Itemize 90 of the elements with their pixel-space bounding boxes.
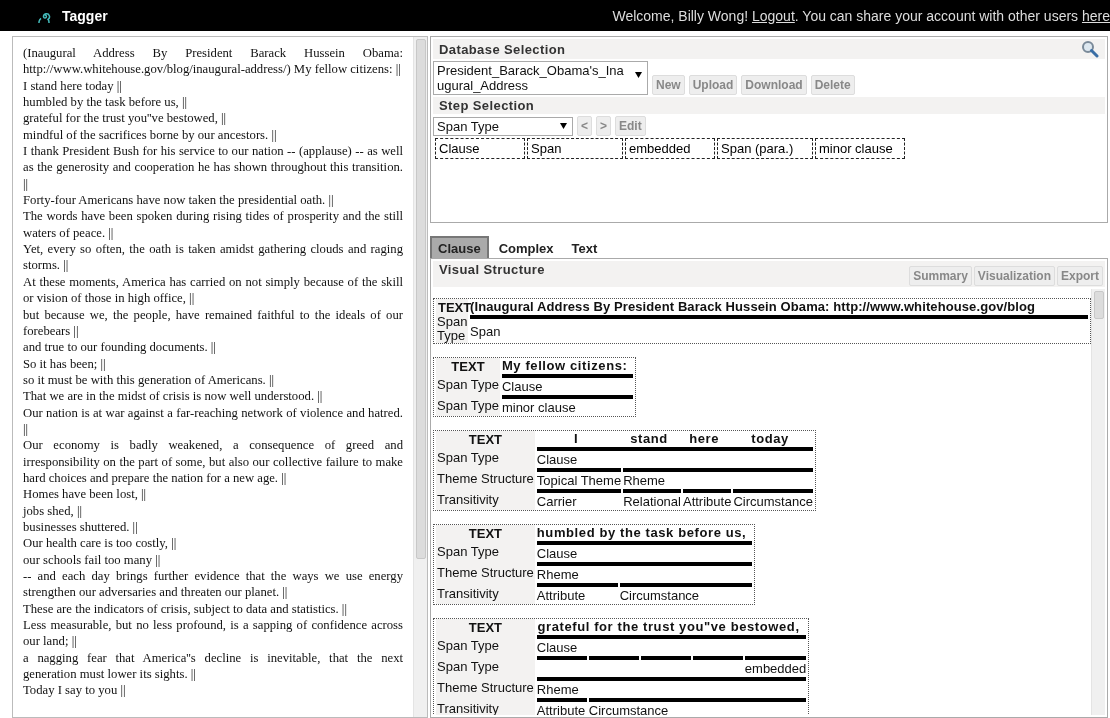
structure-cell: Topical Theme — [536, 468, 622, 489]
step-tag[interactable]: Span (para.) — [717, 138, 813, 159]
structure-cell: Clause — [536, 541, 753, 562]
tab[interactable]: Clause — [430, 236, 489, 258]
section-title: Visual Structure — [439, 262, 545, 277]
source-text-line: humbled by the task before us, || — [23, 94, 188, 111]
source-text-line: businesses shuttered. || — [23, 518, 139, 536]
structure-cell: Attribute — [682, 489, 732, 510]
source-text-line: I stand here today || — [23, 77, 123, 95]
source-text-line: jobs shed, || — [23, 502, 83, 519]
section-title: Step Selection — [439, 98, 535, 113]
source-text-line: That we are in the midst of crisis is now well understood. || — [23, 388, 324, 405]
text-label: TEXT — [436, 525, 535, 541]
caret-icon — [635, 72, 642, 78]
row-label: Span Type — [436, 635, 535, 656]
row-label: Span Type — [436, 656, 535, 677]
logout-link[interactable]: Logout — [751, 7, 795, 24]
text-cell-text: I — [572, 431, 580, 447]
structure-cell: Circumstance — [733, 489, 813, 510]
source-text-line: Forty-four Americans have now taken the presidential oath. || — [23, 192, 335, 209]
row-label: Theme Structure — [436, 677, 535, 698]
step-select[interactable]: Span Type — [433, 116, 573, 136]
row-label: Transitivity — [436, 489, 535, 510]
structure-cell: Clause — [536, 447, 813, 468]
source-text-line: Our nation is at war against a far-reaching network of violence and hatred. || — [23, 404, 403, 438]
source-text-line: Homes have been lost, || — [23, 486, 148, 503]
text-label: TEXT — [436, 358, 500, 374]
text-cell-text: today — [750, 431, 790, 447]
step-tag[interactable]: minor clause — [815, 138, 905, 159]
structure-cell: Span — [470, 315, 1088, 343]
tab[interactable]: Text — [563, 236, 606, 258]
row-label: Span Type — [436, 395, 500, 416]
structure-cell: Rheme — [536, 562, 753, 583]
row-label: Theme Structure — [436, 562, 535, 583]
source-text-line: grateful for the trust you''ve bestowed, || — [23, 110, 228, 127]
text-cell-text: (Inaugural Address By President Barack Hussein Obama: http://www.whitehouse.gov/blog — [470, 299, 1037, 315]
row-label: Transitivity — [436, 583, 535, 604]
text-cell-text: humbled by the task before us, — [536, 525, 748, 541]
row-label: Transitivity — [436, 698, 535, 715]
structure-cell: minor clause — [501, 395, 634, 416]
scrollbar[interactable] — [1091, 289, 1105, 715]
source-text-line: Our economy is badly weakened, a consequence of greed and irresponsibility on the part of some, but also our collective failure to make hard choices and prepare the nation for a new age. || — [23, 437, 403, 487]
text-cell-text: My fellow citizens: — [501, 358, 629, 374]
source-text-line: The words have been spoken during rising tides of prosperity and the still waters of peace. || — [23, 208, 403, 242]
source-text-line: (Inaugural Address By President Barack Hussein Obama: http://www.whitehouse.gov/blog/inaugural-address/) My fellow citizens: || — [23, 45, 403, 78]
app-name: Tagger — [62, 7, 108, 24]
source-text-line: a nagging fear that America''s decline is inevitable, that the next generation must lower its sights. || — [23, 649, 403, 683]
source-text-line: Yet, every so often, the oath is taken amidst gathering clouds and raging storms. || — [23, 241, 403, 274]
text-label: TEXT — [436, 431, 535, 447]
welcome-message: Welcome, Billy Wong! Logout. You can share your account with other users here — [612, 7, 1110, 24]
source-text-line: so it must be with this generation of Americans. || — [23, 371, 276, 389]
structure-cell: Attribute — [536, 583, 618, 604]
structure-cell: embedded — [744, 656, 807, 677]
scrollbar[interactable] — [413, 37, 427, 717]
source-text-line: So it has been; || — [23, 355, 107, 372]
structure-cell: Clause — [536, 635, 807, 656]
step-tag[interactable]: Span — [527, 138, 623, 159]
text-label: TEXT — [436, 619, 535, 635]
structure-cell: Clause — [501, 374, 634, 395]
structure-cell: Rheme — [623, 468, 813, 489]
text-cell-text: here — [688, 431, 721, 447]
search-icon[interactable] — [1081, 40, 1099, 58]
structure-cell: Circumstance — [619, 583, 753, 604]
structure-cell: Circumstance — [588, 698, 807, 715]
source-text-line: mindful of the sacrifices borne by our ancestors. || — [23, 126, 278, 144]
caret-icon — [560, 122, 567, 129]
database-select[interactable]: President_Barack_Obama's_Inaugural_Address — [433, 61, 648, 95]
step-tag[interactable]: Clause — [435, 138, 525, 159]
structure-cell: Rheme — [536, 677, 807, 698]
source-text-line: -- and each day brings further evidence that the ways we use energy strengthen our adversaries and threaten our planet. || — [23, 568, 403, 601]
source-text-line: These are the indicators of crisis, subject to data and statistics. || — [23, 600, 348, 618]
section-title: Database Selection — [439, 41, 566, 57]
source-text-line: I thank President Bush for his service to our nation -- (applause) -- as well as the generosity and cooperation he has shown throughout this transition. || — [23, 143, 403, 193]
text-cell-text: stand — [629, 431, 669, 447]
row-label: Span Type — [436, 541, 535, 562]
structure-cell: Relational — [623, 489, 681, 510]
row-label: Span Type — [436, 447, 535, 468]
step-tag[interactable]: embedded — [625, 138, 715, 159]
row-label: Theme Structure — [436, 468, 535, 489]
here-link[interactable]: here — [1081, 7, 1110, 24]
source-text-line: our schools fail too many || — [23, 551, 162, 568]
row-label: Span Type — [436, 374, 500, 395]
row-label: Span Type — [436, 315, 468, 343]
source-text-line: Our health care is too costly, || — [23, 535, 178, 552]
text-cell-text: grateful for the trust you"ve bestowed, — [536, 619, 801, 635]
structure-cell: Attribute — [536, 698, 587, 715]
source-text-line: and true to our founding documents. || — [23, 339, 217, 356]
source-text-line: Today I say to you || — [23, 682, 127, 699]
tab[interactable]: Complex — [490, 236, 562, 258]
structure-cell: Carrier — [536, 489, 622, 510]
